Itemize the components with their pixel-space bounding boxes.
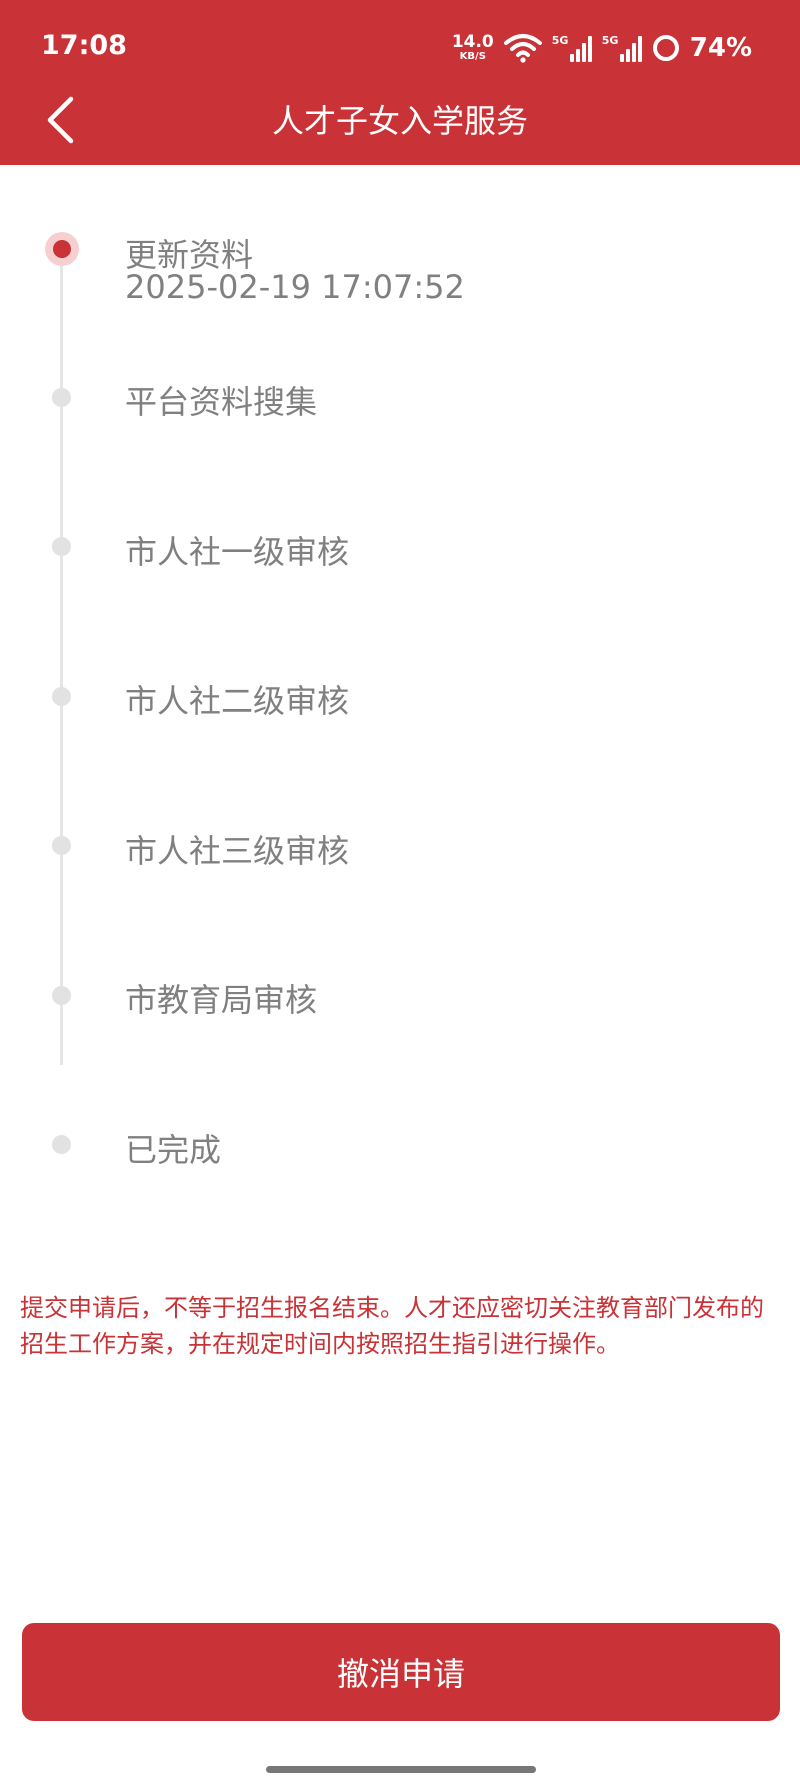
wifi-icon [503,34,542,63]
signal-sim1-icon: 5G [552,34,592,62]
network-speed-value: 14.0 [451,32,494,52]
step-dot [52,986,71,1005]
sim1-label: 5G [551,34,569,47]
step-label: 市教育局审核 [125,981,318,1019]
notice-text: 提交申请后，不等于招生报名结束。人才还应密切关注教育部门发布的招生工作方案，并在… [20,1294,764,1358]
page-title: 人才子女入学服务 [271,102,528,140]
nav-bar: 人才子女入学服务 [0,90,800,165]
status-time: 17:08 [41,30,127,61]
step-label: 市人社二级审核 [125,682,350,720]
status-bar: 17:08 14.0 KB/S 5G 5G 74% [0,0,800,90]
status-indicators: 14.0 KB/S 5G 5G 74% [452,28,752,68]
sim2-label: 5G [601,34,619,47]
step-label: 平台资料搜集 [125,383,318,421]
step-label: 已完成 [125,1131,222,1169]
signal-sim2-icon: 5G [602,34,642,62]
battery-level: 74% [689,33,752,63]
step-label: 市人社一级审核 [125,533,350,571]
step-time: 2025-02-19 17:07:52 [125,268,465,306]
network-speed: 14.0 KB/S [452,34,494,62]
network-speed-unit: KB/S [459,51,486,62]
step-dot [52,1135,71,1154]
step-active-dot [45,232,79,266]
progress-timeline: 更新资料 2025-02-19 17:07:52 平台资料搜集 市人社一级审核 … [0,165,800,1169]
step-dot [52,836,71,855]
home-indicator[interactable] [266,1766,536,1773]
step-label: 市人社三级审核 [125,832,350,870]
step-dot [52,388,71,407]
step-dot [52,687,71,706]
timeline-line [60,245,63,1065]
app-header: 17:08 14.0 KB/S 5G 5G 74% 人才子女入学服务 [0,0,800,165]
cancel-application-button[interactable]: 撤消申请 [22,1623,780,1721]
step-dot [52,537,71,556]
battery-icon [652,35,679,61]
